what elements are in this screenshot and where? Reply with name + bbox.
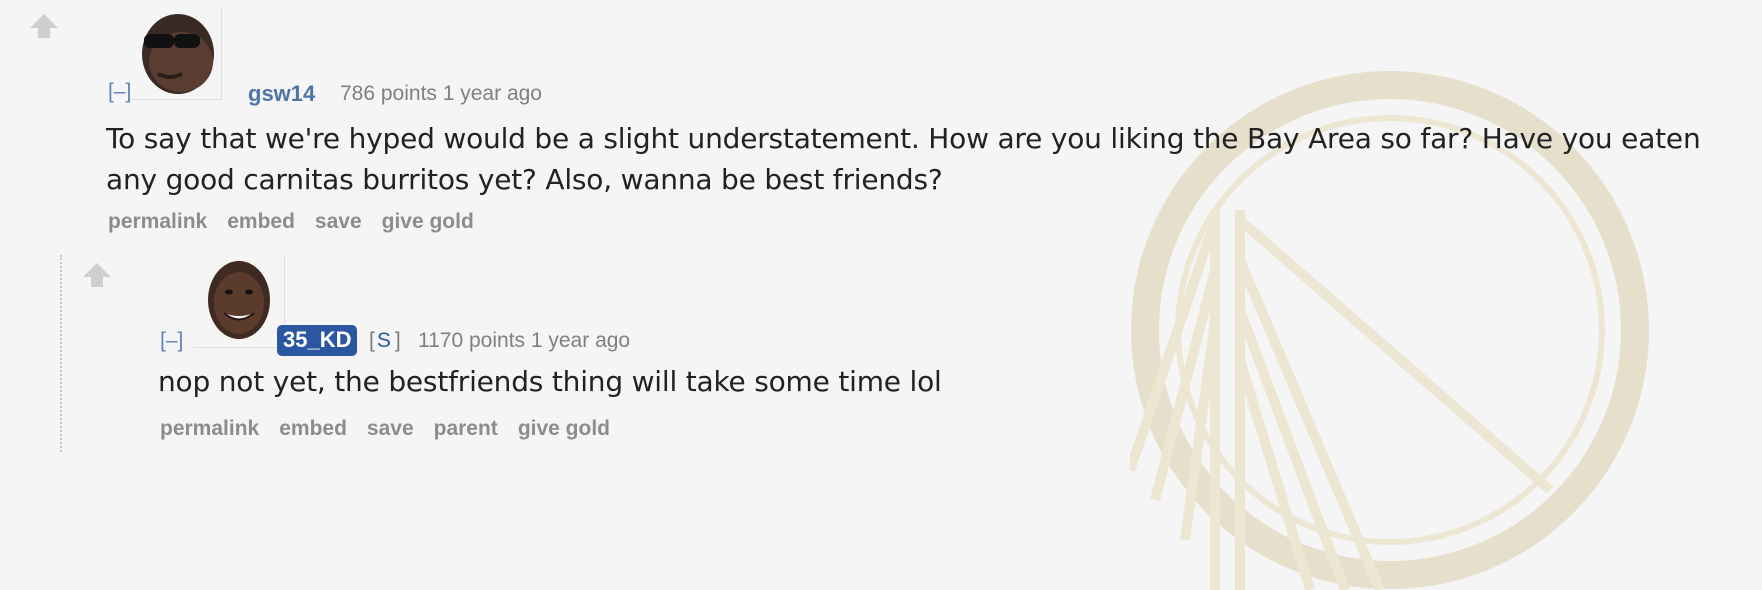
give-gold-link[interactable]: give gold (382, 210, 474, 234)
save-link[interactable]: save (315, 210, 362, 234)
permalink-link[interactable]: permalink (108, 210, 207, 234)
comment-actions: permalink embed save give gold (108, 210, 474, 234)
thread-indent-line (60, 255, 62, 452)
give-gold-link[interactable]: give gold (518, 417, 610, 441)
upvote-arrow-icon[interactable] (80, 257, 114, 291)
embed-link[interactable]: embed (279, 417, 347, 441)
embed-link[interactable]: embed (227, 210, 295, 234)
submitter-right-bracket: ] (394, 329, 401, 352)
comment-body: To say that we're hyped would be a sligh… (106, 122, 1701, 196)
smiling-face-avatar-icon (208, 261, 270, 339)
parent-link[interactable]: parent (434, 417, 498, 441)
collapse-button[interactable]: [–] (160, 329, 183, 353)
author-link[interactable]: 35_KD (277, 325, 358, 356)
save-link[interactable]: save (367, 417, 414, 441)
comment-actions: permalink embed save parent give gold (160, 417, 610, 441)
submitter-left-bracket: [ (369, 329, 375, 352)
submitter-s-label[interactable]: S (377, 329, 391, 352)
submitter-badge[interactable]: [S] (369, 329, 401, 353)
permalink-link[interactable]: permalink (160, 417, 259, 441)
sunglasses-avatar-icon (142, 14, 214, 94)
comment-meta: 1170 points 1 year ago (418, 329, 631, 352)
author-link[interactable]: gsw14 (248, 81, 315, 107)
comment-body: nop not yet, the bestfriends thing will … (158, 365, 942, 398)
collapse-button[interactable]: [–] (108, 80, 131, 104)
upvote-arrow-icon[interactable] (27, 8, 61, 42)
comment-meta: 786 points 1 year ago (340, 82, 542, 105)
